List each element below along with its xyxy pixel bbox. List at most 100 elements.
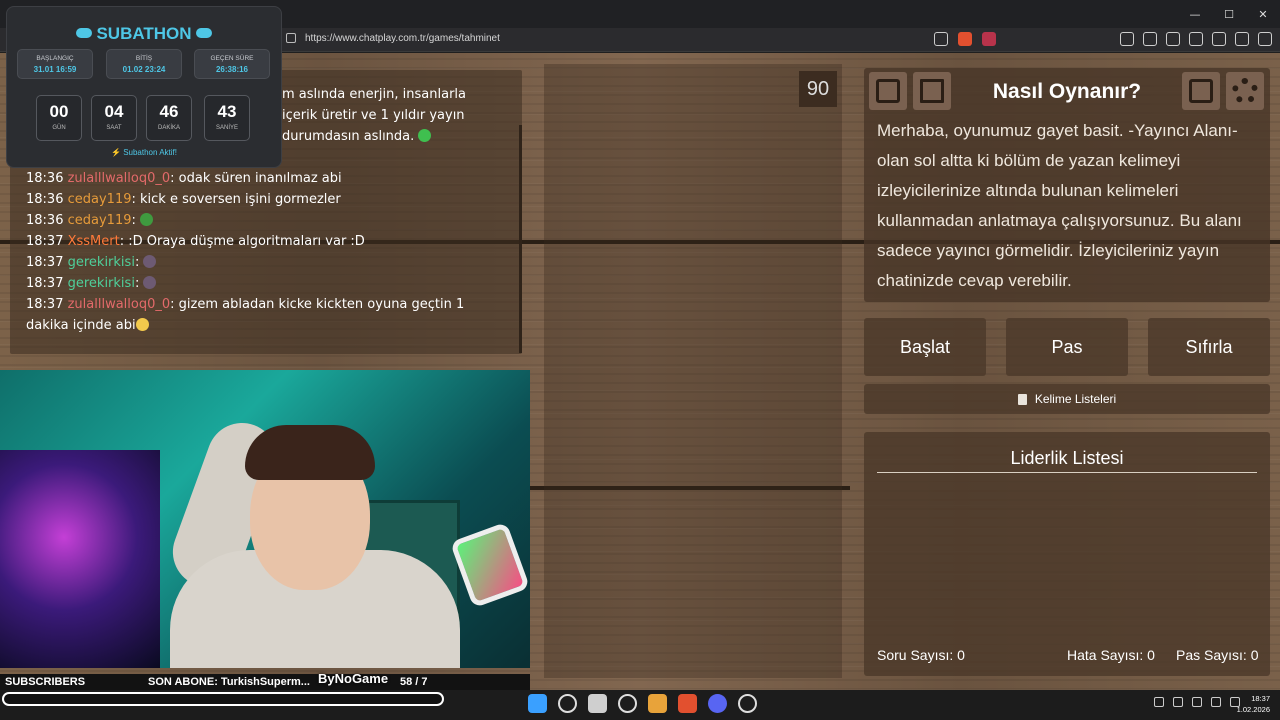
brand-logo: ByNoGame bbox=[318, 671, 389, 686]
chat-username[interactable]: ceday119 bbox=[68, 192, 132, 207]
poster-image bbox=[0, 450, 160, 668]
menu-icon[interactable] bbox=[1258, 32, 1272, 46]
subathon-status: ⚡ Subathon Aktif! bbox=[110, 148, 178, 157]
question-count: Soru Sayısı: 0 bbox=[877, 647, 965, 663]
taskbar-apps bbox=[528, 694, 757, 713]
lightning-icon: ⚡ bbox=[110, 148, 121, 157]
leaderboard-panel: Liderlik Listesi Soru Sayısı: 0 Hata Say… bbox=[864, 432, 1270, 676]
countdown-days: 00 GÜN bbox=[36, 95, 82, 141]
emote-icon bbox=[418, 129, 432, 142]
brave-rewards-icon[interactable] bbox=[982, 32, 996, 46]
display-icon[interactable] bbox=[1192, 697, 1202, 707]
url-field[interactable]: https://www.chatplay.com.tr/games/tahmin… bbox=[305, 33, 500, 44]
start-time-box: BAŞLANGIÇ 31.01 16:59 bbox=[17, 49, 93, 79]
last-subscriber: SON ABONE: TurkishSuperm... bbox=[148, 676, 310, 688]
subscriber-ticker: SUBSCRIBERS SON ABONE: TurkishSuperm... … bbox=[0, 674, 530, 690]
clock-time: 18:37 bbox=[1251, 694, 1270, 703]
rgb-light bbox=[449, 521, 530, 609]
chat-line: m aslında enerjin, insanlarla bbox=[282, 87, 466, 102]
countdown-seconds: 43 SANİYE bbox=[204, 95, 250, 141]
discord-icon[interactable] bbox=[708, 694, 727, 713]
subscribers-label: SUBSCRIBERS bbox=[5, 676, 86, 688]
chat-username[interactable]: gerekirkisi bbox=[68, 276, 135, 291]
leaderboard-title: Liderlik Listesi bbox=[1010, 448, 1124, 468]
chat-overflow-message: m aslında enerjin, insanlarla içerik üre… bbox=[282, 84, 518, 147]
document-icon bbox=[920, 79, 944, 103]
search-icon[interactable] bbox=[558, 694, 577, 713]
microphone-icon[interactable] bbox=[1173, 697, 1183, 707]
goal-progress-bar bbox=[2, 692, 444, 706]
reset-button[interactable]: Sıfırla bbox=[1148, 318, 1270, 376]
system-tray bbox=[1154, 697, 1240, 707]
chat-username[interactable]: gerekirkisi bbox=[68, 255, 135, 270]
emote-icon bbox=[140, 213, 154, 226]
word-lists-button[interactable]: Kelime Listeleri bbox=[864, 384, 1270, 414]
countdown-minutes: 46 DAKİKA bbox=[146, 95, 192, 141]
obs-icon[interactable] bbox=[738, 694, 757, 713]
emote-icon bbox=[143, 276, 157, 289]
subscriber-count: 58 / 7 bbox=[400, 676, 428, 688]
start-menu-icon[interactable] bbox=[528, 694, 547, 713]
webcam-feed bbox=[0, 370, 530, 668]
emote-icon bbox=[135, 318, 149, 331]
chat-message: 18:37 XssMert: :D Oraya düşme algoritmal… bbox=[26, 234, 365, 249]
extensions-icon[interactable] bbox=[1120, 32, 1134, 46]
streamer-area-panel bbox=[544, 64, 842, 678]
maximize-button[interactable]: ☐ bbox=[1212, 0, 1246, 28]
chat-username[interactable]: zulalllwalloq0_0 bbox=[68, 171, 171, 186]
share-icon[interactable] bbox=[934, 32, 948, 46]
gamepad-icon bbox=[76, 28, 93, 38]
app-icon[interactable] bbox=[648, 694, 667, 713]
exit-button[interactable] bbox=[1182, 72, 1220, 110]
end-time-box: BİTİŞ 01.02 23:24 bbox=[106, 49, 182, 79]
site-info-icon[interactable] bbox=[286, 33, 296, 43]
chat-username[interactable]: XssMert bbox=[68, 234, 120, 249]
timer-counter: 90 bbox=[799, 71, 837, 107]
sidebar-icon[interactable] bbox=[1166, 32, 1180, 46]
chat-message: 18:36 zulalllwalloq0_0: odak süren inanı… bbox=[26, 171, 342, 186]
media-icon[interactable] bbox=[1143, 32, 1157, 46]
leo-icon[interactable] bbox=[1212, 32, 1226, 46]
chat-message: 18:36 ceday119: kick e soversen işini go… bbox=[26, 192, 341, 207]
divider bbox=[877, 472, 1257, 473]
chatgpt-icon[interactable] bbox=[618, 694, 637, 713]
memo-icon bbox=[1017, 393, 1027, 405]
chat-message: 18:37 zulalllwalloq0_0: gizem abladan ki… bbox=[26, 297, 465, 333]
fullscreen-button[interactable] bbox=[869, 72, 907, 110]
close-window-button[interactable]: ✕ bbox=[1246, 0, 1280, 28]
pass-count: Pas Sayısı: 0 bbox=[1176, 647, 1259, 663]
task-view-icon[interactable] bbox=[588, 694, 607, 713]
gear-icon bbox=[1232, 78, 1258, 104]
taskbar-clock[interactable]: 18:37 1.02.2026 bbox=[1237, 693, 1270, 715]
start-button[interactable]: Başlat bbox=[864, 318, 986, 376]
settings-button[interactable] bbox=[1226, 72, 1264, 110]
streamer-hair bbox=[245, 425, 375, 480]
chat-messages: 18:36 zulalllwalloq0_0: odak süren inanı… bbox=[26, 168, 496, 336]
how-to-play-text: Merhaba, oyunumuz gayet basit. -Yayıncı … bbox=[877, 121, 1242, 290]
error-count: Hata Sayısı: 0 bbox=[1067, 647, 1155, 663]
chat-message: 18:36 ceday119: bbox=[26, 210, 496, 231]
minimize-button[interactable]: — bbox=[1178, 0, 1212, 28]
network-icon[interactable] bbox=[1211, 697, 1221, 707]
wallet-icon[interactable] bbox=[1189, 32, 1203, 46]
emote-icon bbox=[143, 255, 157, 268]
exit-icon bbox=[1189, 79, 1213, 103]
chevron-up-icon[interactable] bbox=[1154, 697, 1164, 707]
chat-username[interactable]: zulalllwalloq0_0 bbox=[68, 297, 171, 312]
chat-line: içerik üretir ve 1 yıldır yayın bbox=[282, 108, 465, 123]
vpn-icon[interactable] bbox=[1235, 32, 1249, 46]
notes-button[interactable] bbox=[913, 72, 951, 110]
elapsed-time-box: GEÇEN SÜRE 26:38:16 bbox=[194, 49, 270, 79]
chat-message: 18:37 gerekirkisi: bbox=[26, 252, 496, 273]
brave-browser-icon[interactable] bbox=[678, 694, 697, 713]
clock-date: 1.02.2026 bbox=[1236, 705, 1270, 714]
brave-shields-icon[interactable] bbox=[958, 32, 972, 46]
pass-button[interactable]: Pas bbox=[1006, 318, 1128, 376]
toolbar-icons bbox=[1120, 32, 1272, 46]
countdown-hours: 04 SAAT bbox=[91, 95, 137, 141]
address-actions bbox=[934, 32, 996, 46]
chat-username[interactable]: ceday119 bbox=[68, 213, 132, 228]
chat-message: 18:37 gerekirkisi: bbox=[26, 273, 496, 294]
fullscreen-icon bbox=[876, 79, 900, 103]
subathon-title: SUBATHON bbox=[7, 24, 281, 44]
